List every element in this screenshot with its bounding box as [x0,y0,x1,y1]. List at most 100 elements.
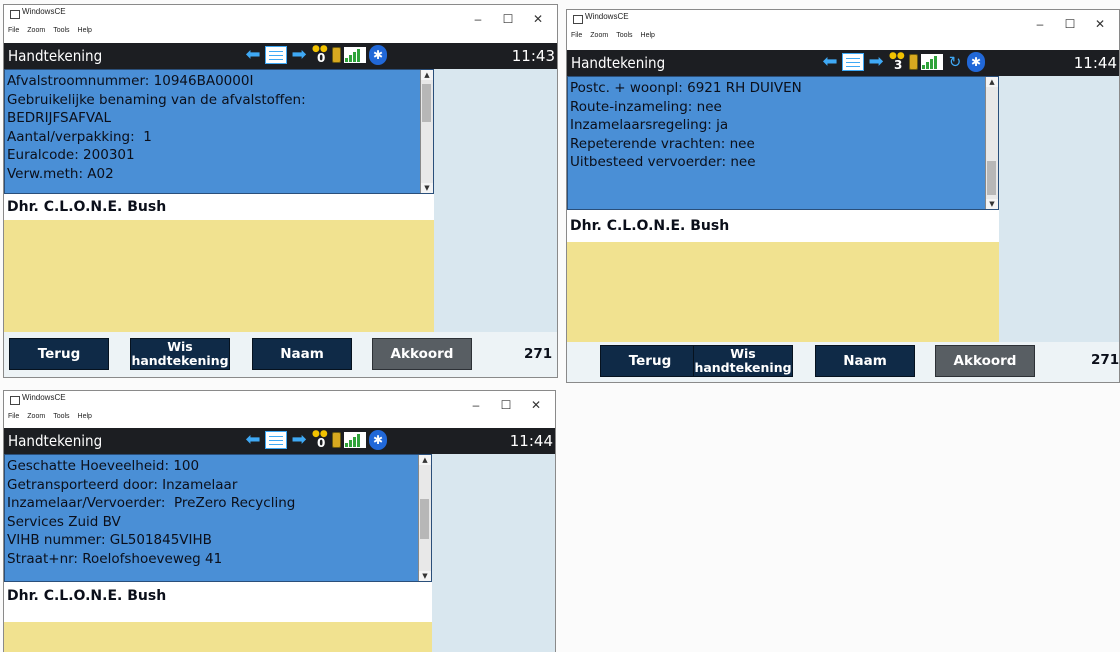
scrollbar[interactable]: ▲ ▼ [420,70,433,193]
agree-button[interactable]: Akkoord [935,345,1035,377]
gps-satellite-icon: ●● 3 [889,51,905,73]
window-title: WindowsCE [22,393,66,402]
menu-file[interactable]: File [8,413,19,420]
arrow-left-icon[interactable]: ⬅ [244,430,262,450]
clear-signature-label-1: Wis [730,346,756,361]
maximize-button[interactable]: ☐ [1055,10,1085,38]
satellite-count: 3 [894,58,903,72]
maximize-button[interactable]: ☐ [491,391,521,419]
name-button[interactable]: Naam [815,345,915,377]
back-button[interactable]: Terug [600,345,700,377]
arrow-right-icon[interactable]: ➡ [290,430,308,450]
battery-icon [332,47,341,63]
document-list-icon[interactable] [265,46,287,64]
app-title: Handtekening [8,47,103,65]
scroll-thumb[interactable] [420,499,429,539]
menu-zoom[interactable]: Zoom [27,27,45,34]
detail-line: Aantal/verpakking: 1 [7,128,152,145]
window-titlebar[interactable]: WindowsCE – ☐ ✕ [4,5,557,26]
clock-time: 11:44 [1073,54,1117,72]
menu-zoom[interactable]: Zoom [27,413,45,420]
app-icon [10,396,20,405]
waste-details-box[interactable]: Geschatte Hoeveelheid: 100 Getransportee… [4,454,432,582]
arrow-left-icon[interactable]: ⬅ [821,52,839,72]
close-button[interactable]: ✕ [523,5,553,33]
sync-icon: ↻ [948,53,962,71]
device-header: Handtekening ⬅ ➡ ●● 3 ↻ ✱ 11:44 [567,50,1119,76]
maximize-button[interactable]: ☐ [493,5,523,33]
minimize-button[interactable]: – [1025,10,1055,38]
app-title: Handtekening [8,432,103,450]
scroll-up-icon[interactable]: ▲ [986,77,998,87]
signature-pad[interactable] [567,242,999,342]
signal-strength-icon [344,432,366,448]
menu-zoom[interactable]: Zoom [590,32,608,39]
arrow-right-icon[interactable]: ➡ [290,45,308,65]
arrow-right-icon[interactable]: ➡ [867,52,885,72]
menu-help[interactable]: Help [78,413,92,420]
menu-help[interactable]: Help [78,27,92,34]
scroll-up-icon[interactable]: ▲ [421,70,433,80]
device-screen: Handtekening ⬅ ➡ ●● 0 ✱ 11:43 Afvalstroom… [4,43,557,377]
detail-line: VIHB nummer: GL501845VIHB [7,532,212,548]
scrollbar[interactable]: ▲ ▼ [418,455,431,581]
scroll-down-icon[interactable]: ▼ [421,183,433,193]
detail-line: Afvalstroomnummer: 10946BA0000I [7,73,254,89]
signature-pad[interactable] [4,622,432,652]
window-title: WindowsCE [22,7,66,16]
signer-name: Dhr. C.L.O.N.E. Bush [4,194,434,220]
window-titlebar[interactable]: WindowsCE – ☐ ✕ [4,391,555,412]
app-icon [10,10,20,19]
device-header: Handtekening ⬅ ➡ ●● 0 ✱ 11:43 [4,43,557,69]
device-header: Handtekening ⬅ ➡ ●● 0 ✱ 11:44 [4,428,555,454]
scroll-thumb[interactable] [987,161,996,195]
menu-file[interactable]: File [8,27,19,34]
right-panel [999,76,1119,342]
signal-strength-icon [344,47,366,63]
name-button[interactable]: Naam [252,338,352,370]
signature-pad[interactable] [4,220,434,332]
scroll-thumb[interactable] [422,84,431,122]
detail-line: Inzamelaarsregeling: ja [570,117,729,133]
document-list-icon[interactable] [842,53,864,71]
menu-tools[interactable]: Tools [53,27,69,34]
menu-help[interactable]: Help [641,32,655,39]
minimize-button[interactable]: – [463,5,493,33]
right-panel [434,69,557,332]
agree-button[interactable]: Akkoord [372,338,472,370]
detail-line: Route-inzameling: nee [570,98,722,115]
minimize-button[interactable]: – [461,391,491,419]
detail-line: Euralcode: 200301 [7,147,135,163]
clear-signature-label-1: Wis [167,339,193,354]
clear-signature-label-2: handtekening [131,353,229,368]
detail-line: Postc. + woonpl: 6921 RH DUIVEN [570,80,802,96]
window-titlebar[interactable]: WindowsCE – ☐ ✕ [567,10,1119,31]
clock-time: 11:44 [509,432,553,450]
scroll-down-icon[interactable]: ▼ [419,571,431,581]
waste-details-box[interactable]: Afvalstroomnummer: 10946BA0000I Gebruike… [4,69,434,194]
document-list-icon[interactable] [265,431,287,449]
app-icon [573,15,583,24]
waste-details-box[interactable]: Postc. + woonpl: 6921 RH DUIVEN Route-in… [567,76,999,210]
scrollbar[interactable]: ▲ ▼ [985,77,998,209]
menu-file[interactable]: File [571,32,582,39]
back-button[interactable]: Terug [9,338,109,370]
app-title: Handtekening [571,54,666,72]
clear-signature-button[interactable]: Wis handtekening [693,345,793,377]
close-button[interactable]: ✕ [521,391,551,419]
button-bar: Terug Wis handtekening Naam Akkoord 271 [567,342,1119,382]
scroll-down-icon[interactable]: ▼ [986,199,998,209]
detail-line: Inzamelaar/Vervoerder: PreZero Recycling [7,495,296,511]
right-panel [432,454,555,652]
menu-tools[interactable]: Tools [53,413,69,420]
close-button[interactable]: ✕ [1085,10,1115,38]
clear-signature-button[interactable]: Wis handtekening [130,338,230,370]
emulator-window-3: WindowsCE – ☐ ✕ File Zoom Tools Help Han… [3,390,556,652]
bluetooth-icon: ✱ [967,52,985,72]
scroll-up-icon[interactable]: ▲ [419,455,431,465]
arrow-left-icon[interactable]: ⬅ [244,45,262,65]
satellite-count: 0 [317,51,326,65]
detail-line: Verw.meth: A02 [7,165,114,182]
menu-tools[interactable]: Tools [616,32,632,39]
detail-line: Uitbesteed vervoerder: nee [570,154,756,170]
